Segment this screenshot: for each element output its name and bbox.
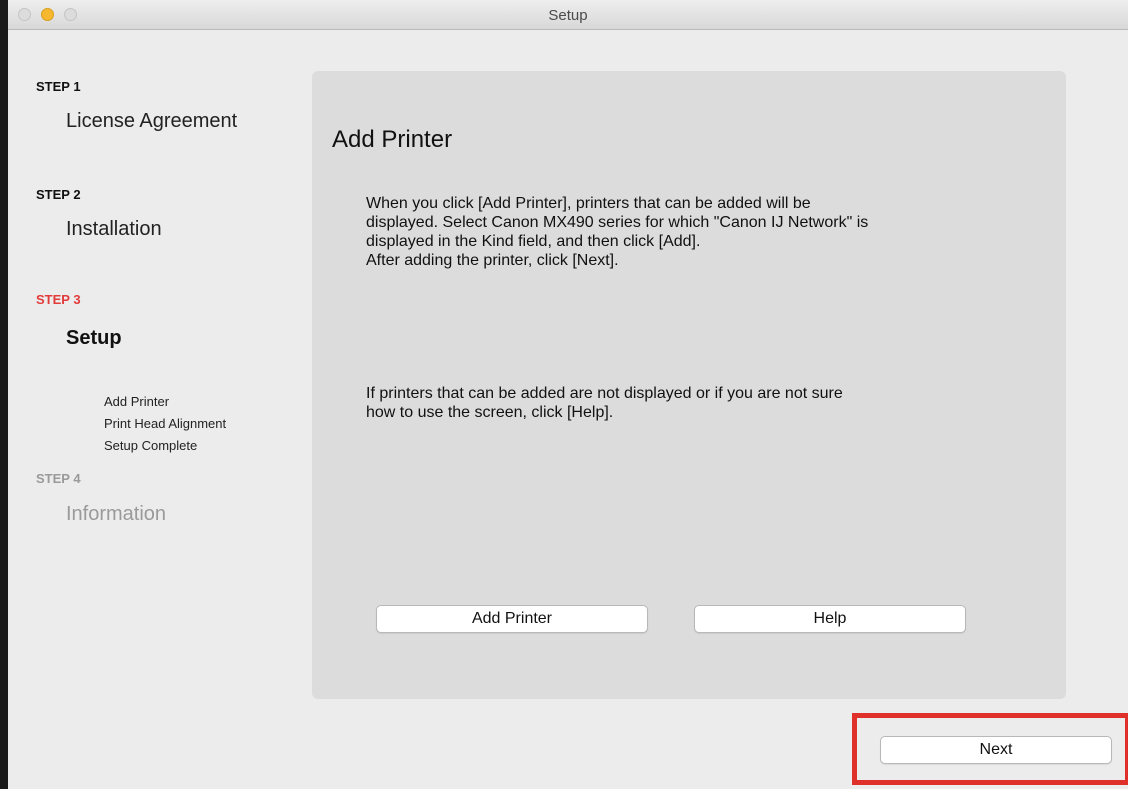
step-2-name: Installation (66, 218, 162, 240)
substep-add-printer: Add Printer (104, 394, 170, 409)
step-3-label: STEP 3 (36, 292, 81, 307)
help-hint-text: If printers that can be added are not di… (366, 385, 843, 421)
setup-window: Setup STEP 1 License Agreement STEP 2 In… (8, 0, 1128, 789)
step-1-label: STEP 1 (36, 79, 81, 94)
content-panel: Add Printer When you click [Add Printer]… (312, 71, 1066, 699)
panel-title: Add Printer (332, 126, 453, 153)
step-1-name: License Agreement (66, 110, 238, 132)
substep-setup-complete: Setup Complete (104, 438, 198, 453)
step-4-name: Information (66, 503, 167, 525)
window-title: Setup (548, 7, 588, 24)
add-printer-button[interactable]: Add Printer (376, 605, 648, 633)
step-4-label: STEP 4 (36, 471, 81, 486)
help-button[interactable]: Help (694, 605, 966, 633)
steps-sidebar: STEP 1 License Agreement STEP 2 Installa… (8, 30, 308, 789)
next-highlight-box (852, 713, 1128, 785)
title-bar[interactable]: Setup (8, 0, 1128, 30)
step-3-name: Setup (66, 327, 122, 349)
substep-print-head-alignment: Print Head Alignment (104, 416, 227, 431)
instructions-text: When you click [Add Printer], printers t… (366, 195, 869, 269)
step-2-label: STEP 2 (36, 187, 81, 202)
